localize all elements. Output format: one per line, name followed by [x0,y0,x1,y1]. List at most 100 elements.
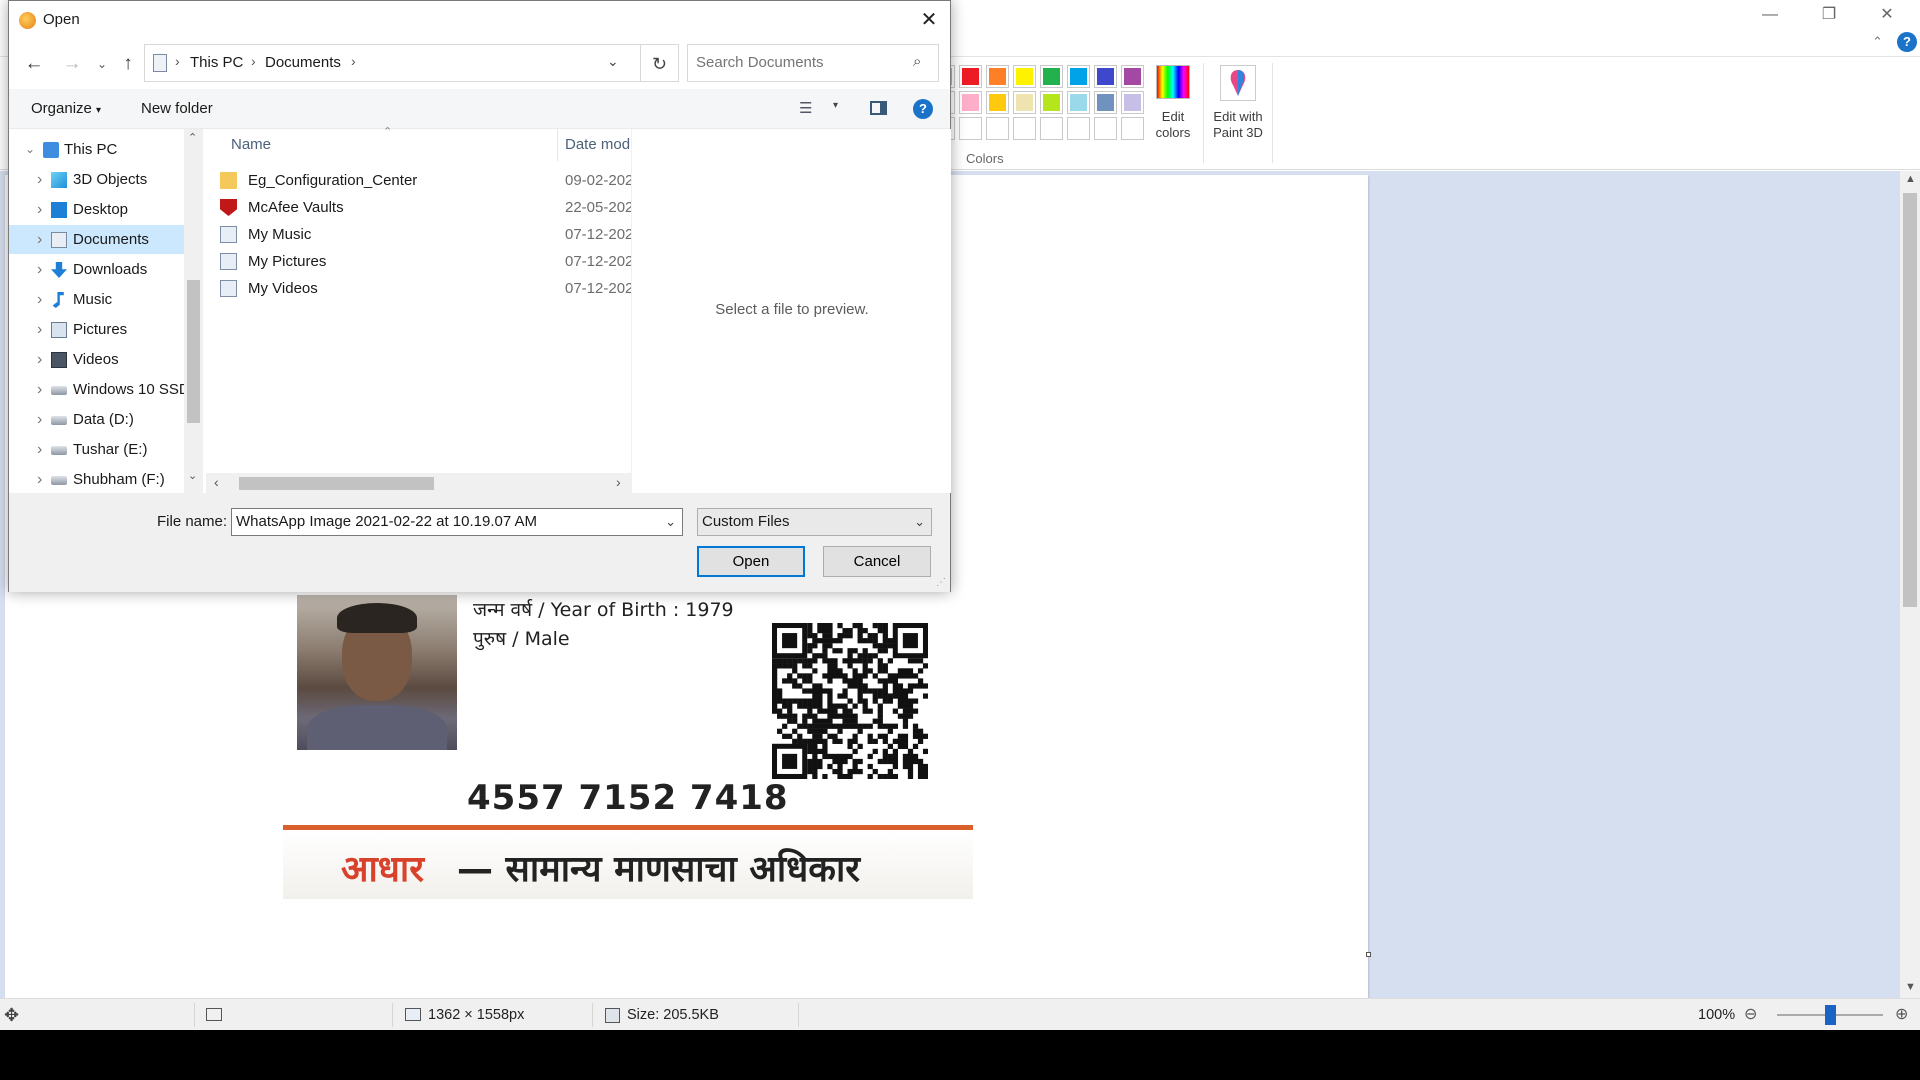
color-swatch[interactable] [1067,65,1090,88]
file-row[interactable]: My Music 07-12-202 [206,221,631,248]
color-swatch[interactable] [1040,65,1063,88]
chevron-right-icon[interactable]: › [37,465,42,494]
chevron-right-icon[interactable]: › [37,285,42,314]
file-name-dropdown-icon[interactable]: ⌄ [665,509,676,535]
color-swatch[interactable] [1013,91,1036,114]
dialog-close-button[interactable]: ✕ [916,7,942,33]
custom-color-slot[interactable] [959,117,982,140]
file-type-select[interactable]: Custom Files ⌄ [697,508,932,536]
color-swatch[interactable] [986,65,1009,88]
color-swatch[interactable] [1094,65,1117,88]
close-window-button[interactable]: ✕ [1858,0,1916,30]
scrollbar-thumb[interactable] [1903,193,1917,607]
navigation-scrollbar[interactable]: ⌃ ⌄ [184,129,203,493]
nav-item-tushar-e[interactable]: › Tushar (E:) [9,435,184,464]
file-name-input[interactable]: WhatsApp Image 2021-02-22 at 10.19.07 AM… [231,508,683,536]
chevron-right-icon[interactable]: › [37,225,42,254]
scrollbar-thumb[interactable] [187,280,200,423]
chevron-right-icon[interactable]: › [37,435,42,464]
scroll-up-icon[interactable]: ▲ [1905,173,1916,185]
chevron-right-icon[interactable]: › [37,345,42,374]
address-dropdown-icon[interactable]: ⌄ [607,53,619,70]
canvas-resize-handle[interactable] [1366,952,1371,957]
custom-color-slot[interactable] [1040,117,1063,140]
color-swatch[interactable] [1121,65,1144,88]
zoom-in-icon[interactable]: ⊕ [1895,999,1908,1031]
nav-item-downloads[interactable]: › Downloads [9,255,184,284]
custom-color-slot[interactable] [1121,117,1144,140]
change-view-icon[interactable]: ☰ [799,99,812,117]
zoom-slider[interactable] [1777,1005,1883,1025]
minimize-button[interactable]: — [1741,0,1799,30]
custom-color-slot[interactable] [986,117,1009,140]
organize-button[interactable]: Organize ▾ [31,100,101,117]
collapse-ribbon-icon[interactable]: ⌃ [1872,34,1883,50]
breadcrumb-this-pc[interactable]: This PC [190,54,243,71]
view-options-icon[interactable]: ▾ [833,100,838,111]
search-input[interactable] [694,53,899,72]
custom-color-slot[interactable] [1013,117,1036,140]
nav-item-windows-10-ssd[interactable]: › Windows 10 SSD [9,375,190,404]
color-swatch[interactable] [1040,91,1063,114]
color-swatch[interactable] [1013,65,1036,88]
recent-locations-button[interactable]: ⌄ [89,51,115,77]
resize-grip-icon[interactable]: ⋰ [936,577,946,588]
cancel-button[interactable]: Cancel [823,546,931,577]
file-type-dropdown-icon[interactable]: ⌄ [914,509,925,535]
refresh-button[interactable]: ↻ [641,44,679,82]
zoom-slider-thumb[interactable] [1825,1005,1836,1025]
help-icon[interactable]: ? [1897,32,1917,52]
new-folder-button[interactable]: New folder [141,100,213,117]
color-swatch[interactable] [1094,91,1117,114]
search-icon[interactable]: ⌕ [913,53,921,70]
horizontal-scrollbar[interactable]: ‹ › [206,473,631,493]
scroll-up-icon[interactable]: ⌃ [188,131,197,144]
zoom-out-icon[interactable]: ⊖ [1744,999,1757,1031]
color-swatch[interactable] [959,91,982,114]
nav-item-data-d[interactable]: › Data (D:) [9,405,184,434]
help-button[interactable]: ? [913,99,933,119]
address-bar[interactable]: › This PC › Documents › ⌄ [144,44,641,82]
scroll-down-icon[interactable]: ⌄ [188,469,197,482]
back-button[interactable]: ← [21,51,47,77]
horizontal-scrollbar-thumb[interactable] [239,477,434,490]
breadcrumb-documents[interactable]: Documents [265,54,341,71]
column-header-date[interactable]: Date mod [565,129,630,161]
nav-item-pictures[interactable]: › Pictures [9,315,184,344]
color-swatch[interactable] [1067,91,1090,114]
up-button[interactable]: ↑ [115,51,141,77]
file-row[interactable]: My Videos 07-12-202 [206,275,631,302]
forward-button[interactable]: → [59,51,85,77]
vertical-scrollbar[interactable]: ▲ ▼ [1900,171,1920,998]
chevron-down-icon[interactable]: ⌄ [25,135,35,164]
scroll-down-icon[interactable]: ▼ [1905,981,1916,993]
nav-item-desktop[interactable]: › Desktop [9,195,184,224]
nav-item-documents[interactable]: › Documents [9,225,184,254]
chevron-right-icon[interactable]: › [37,315,42,344]
file-row[interactable]: McAfee Vaults 22-05-202 [206,194,631,221]
color-swatch[interactable] [1121,91,1144,114]
file-row[interactable]: Eg_Configuration_Center 09-02-202 [206,167,631,194]
nav-item-3d-objects[interactable]: › 3D Objects [9,165,184,194]
edit-colors-button[interactable]: Edit colors [1152,65,1194,155]
restore-button[interactable]: ❐ [1800,0,1858,30]
nav-item-this-pc[interactable]: ⌄ This PC [9,135,184,164]
open-button[interactable]: Open [697,546,805,577]
color-swatch[interactable] [959,65,982,88]
preview-pane-icon[interactable] [870,101,887,115]
chevron-right-icon[interactable]: › [37,405,42,434]
column-header-name[interactable]: Name [231,129,271,161]
chevron-right-icon[interactable]: › [37,255,42,284]
scroll-right-icon[interactable]: › [616,474,621,490]
chevron-right-icon[interactable]: › [37,195,42,224]
chevron-right-icon[interactable]: › [37,375,42,404]
chevron-right-icon[interactable]: › [37,165,42,194]
scroll-left-icon[interactable]: ‹ [214,474,219,490]
color-swatch[interactable] [986,91,1009,114]
nav-item-shubham-f[interactable]: › Shubham (F:) [9,465,184,494]
edit-with-paint3d-button[interactable]: Edit with Paint 3D [1208,65,1268,155]
search-box[interactable]: ⌕ [687,44,939,82]
custom-color-slot[interactable] [1067,117,1090,140]
nav-item-videos[interactable]: › Videos [9,345,184,374]
nav-item-music[interactable]: › Music [9,285,184,314]
